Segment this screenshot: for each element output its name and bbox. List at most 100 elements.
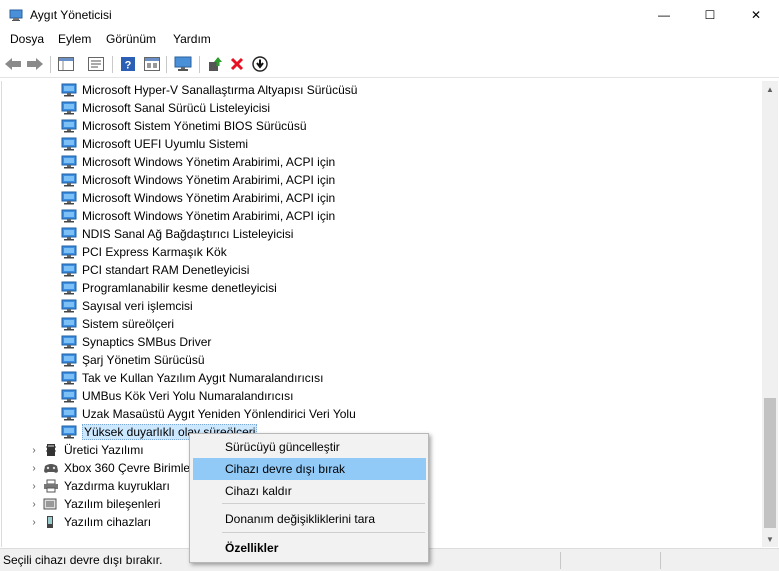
tree-category-item[interactable]: Yazılım cihazları <box>43 513 151 531</box>
software-components-icon <box>43 498 57 510</box>
tree-device-label: Microsoft UEFI Uyumlu Sistemi <box>82 137 249 151</box>
uninstall-device-icon <box>230 57 244 71</box>
status-divider <box>660 552 661 569</box>
tree-device-label: Microsoft Hyper-V Sanallaştırma Altyapıs… <box>82 83 358 97</box>
tree-device-label: UMBus Kök Veri Yolu Numaralandırıcısı <box>82 389 294 403</box>
show-hide-tree-button[interactable] <box>56 55 76 73</box>
software-devices-icon <box>47 516 53 528</box>
expand-chevron-icon[interactable]: › <box>29 513 39 531</box>
tree-category-label: Yazılım bileşenleri <box>64 497 161 511</box>
firmware-icon <box>46 444 56 456</box>
tree-device-item[interactable]: Microsoft UEFI Uyumlu Sistemi <box>61 135 248 153</box>
back-button[interactable] <box>3 55 23 73</box>
maximize-icon: ☐ <box>704 8 716 22</box>
system-device-icon <box>61 137 77 151</box>
tree-device-item[interactable]: Tak ve Kullan Yazılım Aygıt Numaralandır… <box>61 369 323 387</box>
expand-chevron-icon[interactable]: › <box>29 477 39 495</box>
close-button[interactable]: ✕ <box>733 0 779 30</box>
tree-category-label: Xbox 360 Çevre Birimleri <box>64 461 197 475</box>
expand-chevron-icon[interactable]: › <box>29 495 39 513</box>
tree-category-item[interactable]: Xbox 360 Çevre Birimleri <box>43 459 197 477</box>
update-driver-icon <box>209 57 222 71</box>
help-button[interactable]: ? <box>118 55 138 73</box>
view-button[interactable] <box>142 55 162 73</box>
tree-device-item[interactable]: Sayısal veri işlemcisi <box>61 297 193 315</box>
expand-chevron-icon[interactable]: › <box>29 441 39 459</box>
system-device-icon <box>61 407 77 421</box>
window-title: Aygıt Yöneticisi <box>30 8 112 22</box>
system-device-icon <box>61 119 77 133</box>
disable-device-menu-item[interactable]: Cihazı devre dışı bırak <box>193 458 426 480</box>
tree-device-item[interactable]: Microsoft Windows Yönetim Arabirimi, ACP… <box>61 207 335 225</box>
tree-device-item[interactable]: NDIS Sanal Ağ Bağdaştırıcı Listeleyicisi <box>61 225 293 243</box>
system-device-icon <box>61 173 77 187</box>
disable-device-button[interactable] <box>250 55 270 73</box>
menu-yardim[interactable]: Yardım <box>171 32 213 46</box>
view-icon <box>144 57 160 71</box>
expand-chevron-icon[interactable]: › <box>29 459 39 477</box>
properties-button[interactable] <box>86 55 106 73</box>
toolbar: ? <box>0 51 779 78</box>
context-menu-separator <box>222 532 425 533</box>
tree-device-label: Sistem süreölçeri <box>82 317 175 331</box>
forward-button[interactable] <box>25 55 45 73</box>
back-arrow-icon <box>5 58 21 70</box>
tree-device-item[interactable]: Microsoft Sistem Yönetimi BIOS Sürücüsü <box>61 117 307 135</box>
uninstall-device-button[interactable] <box>227 55 247 73</box>
tree-category-label: Yazdırma kuyrukları <box>64 479 170 493</box>
tree-category-item[interactable]: Üretici Yazılımı <box>43 441 144 459</box>
menu-dosya[interactable]: Dosya <box>8 32 46 46</box>
tree-device-item[interactable]: PCI Express Karmaşık Kök <box>61 243 227 261</box>
uninstall-device-menu-item[interactable]: Cihazı kaldır <box>193 480 426 502</box>
tree-device-item[interactable]: Microsoft Sanal Sürücü Listeleyicisi <box>61 99 270 117</box>
tree-device-label: Microsoft Windows Yönetim Arabirimi, ACP… <box>82 209 336 223</box>
tree-device-item[interactable]: Uzak Masaüstü Aygıt Yeniden Yönlendirici… <box>61 405 356 423</box>
system-device-icon <box>61 281 77 295</box>
menu-gorunum[interactable]: Görünüm <box>104 32 158 46</box>
minimize-button[interactable]: — <box>641 0 687 30</box>
tree-category-item[interactable]: Yazdırma kuyrukları <box>43 477 170 495</box>
tree-category-item[interactable]: Yazılım bileşenleri <box>43 495 160 513</box>
toolbar-separator <box>50 56 51 73</box>
tree-device-item[interactable]: Microsoft Hyper-V Sanallaştırma Altyapıs… <box>61 81 357 99</box>
scrollbar-thumb[interactable] <box>764 398 776 528</box>
system-device-icon <box>61 83 77 97</box>
properties-menu-item[interactable]: Özellikler <box>193 537 426 559</box>
tree-device-item[interactable]: Şarj Yönetim Sürücüsü <box>61 351 205 369</box>
tree-device-item[interactable]: PCI standart RAM Denetleyicisi <box>61 261 249 279</box>
tree-device-item[interactable]: Programlanabilir kesme denetleyicisi <box>61 279 277 297</box>
system-device-icon <box>61 299 77 313</box>
tree-device-item[interactable]: Synaptics SMBus Driver <box>61 333 211 351</box>
tree-category-label: Üretici Yazılımı <box>64 443 144 457</box>
forward-arrow-icon <box>27 58 43 70</box>
update-driver-menu-item[interactable]: Sürücüyü güncelleştir <box>193 436 426 458</box>
menu-eylem[interactable]: Eylem <box>56 32 93 46</box>
tree-device-item[interactable]: UMBus Kök Veri Yolu Numaralandırıcısı <box>61 387 293 405</box>
vertical-scrollbar[interactable]: ▲ ▼ <box>762 81 778 547</box>
system-device-icon <box>61 227 77 241</box>
tree-device-label: Microsoft Windows Yönetim Arabirimi, ACP… <box>82 155 336 169</box>
scroll-down-icon[interactable]: ▼ <box>762 531 778 547</box>
tree-device-item[interactable]: Sistem süreölçeri <box>61 315 174 333</box>
tree-device-label: NDIS Sanal Ağ Bağdaştırıcı Listeleyicisi <box>82 227 294 241</box>
update-driver-button[interactable] <box>205 55 225 73</box>
system-device-icon <box>61 191 77 205</box>
menu-bar: Dosya Eylem Görünüm Yardım <box>0 30 779 50</box>
maximize-button[interactable]: ☐ <box>687 0 733 30</box>
tree-device-item[interactable]: Microsoft Windows Yönetim Arabirimi, ACP… <box>61 189 335 207</box>
system-device-icon <box>61 389 77 403</box>
tree-device-item[interactable]: Microsoft Windows Yönetim Arabirimi, ACP… <box>61 153 335 171</box>
system-device-icon <box>61 101 77 115</box>
toolbar-separator <box>199 56 200 73</box>
tree-device-item[interactable]: Microsoft Windows Yönetim Arabirimi, ACP… <box>61 171 335 189</box>
scan-hardware-menu-item[interactable]: Donanım değişikliklerini tara <box>193 508 426 530</box>
tree-device-label: Synaptics SMBus Driver <box>82 335 212 349</box>
scroll-up-icon[interactable]: ▲ <box>762 81 778 97</box>
monitor-icon <box>174 56 192 71</box>
context-menu: Sürücüyü güncelleştir Cihazı devre dışı b… <box>189 433 429 563</box>
disable-device-icon <box>252 56 268 72</box>
system-device-icon <box>61 371 77 385</box>
printer-icon <box>44 479 58 493</box>
scan-hardware-button[interactable] <box>173 55 193 73</box>
minimize-icon: — <box>658 8 670 22</box>
